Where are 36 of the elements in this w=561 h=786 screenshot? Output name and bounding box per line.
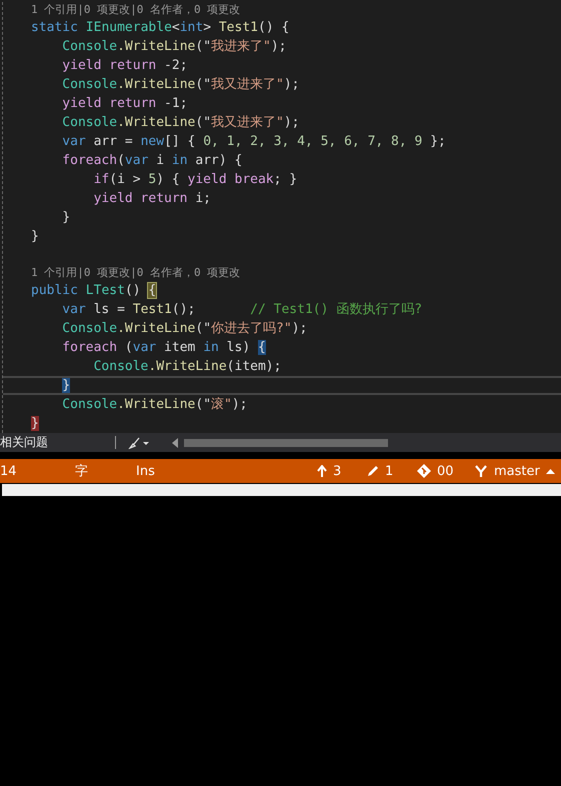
code-line: foreach(var i in arr) { (62, 152, 242, 170)
code-line: var ls = Test1(); // Test1() 函数执行了吗? (62, 301, 422, 319)
code-line: var arr = new[] { 0, 1, 2, 3, 4, 5, 6, 7, 8, 9 }; (62, 133, 446, 151)
code-line: yield return -2; (62, 57, 188, 75)
code-line: public LTest() { (31, 282, 156, 300)
up-arrow-icon (317, 465, 327, 477)
code-line: } (62, 209, 70, 227)
error-list-label: 相关问题 (0, 434, 49, 451)
scrollbar-thumb[interactable] (184, 438, 388, 446)
code-line: Console.WriteLine("我又进来了"); (62, 76, 300, 94)
push-count-button[interactable]: 3 (317, 464, 367, 478)
code-line: Console.WriteLine(item); (94, 358, 282, 376)
code-line: } (31, 228, 39, 246)
code-line: Console.WriteLine("我进来了"); (62, 38, 287, 56)
code-line: yield return i; (94, 190, 211, 208)
code-line: Console.WriteLine("你进去了吗?"); (62, 320, 308, 338)
code-line: yield return -1; (62, 95, 188, 113)
branch-icon (474, 464, 488, 478)
char-column[interactable]: 字 (75, 462, 136, 480)
scroll-left-icon[interactable] (172, 438, 178, 448)
line-number[interactable]: 14 (0, 464, 75, 478)
pencil-icon (367, 465, 379, 477)
codelens-info[interactable]: 1 个引用|0 项更改|0 名作者，0 项更改 (31, 3, 240, 16)
code-line: static IEnumerable<int> Test1() { (31, 19, 290, 37)
insert-mode[interactable]: Ins (136, 464, 317, 478)
brush-dropdown-icon[interactable] (128, 436, 150, 448)
code-line: Console.WriteLine("滚"); (62, 396, 248, 414)
caret-up-icon (546, 468, 555, 474)
code-line: if(i > 5) { yield break; } (94, 171, 298, 189)
git-diamond-icon (417, 464, 431, 478)
code-line: Console.WriteLine("我又进来了"); (62, 114, 300, 132)
code-line: foreach (var item in ls) { (62, 339, 266, 357)
branch-button[interactable]: master (474, 464, 555, 478)
changes-button[interactable]: 1 (367, 464, 417, 478)
codelens-info[interactable]: 1 个引用|0 项更改|0 名作者，0 项更改 (31, 266, 240, 279)
repository-button[interactable]: 00 (417, 464, 474, 478)
